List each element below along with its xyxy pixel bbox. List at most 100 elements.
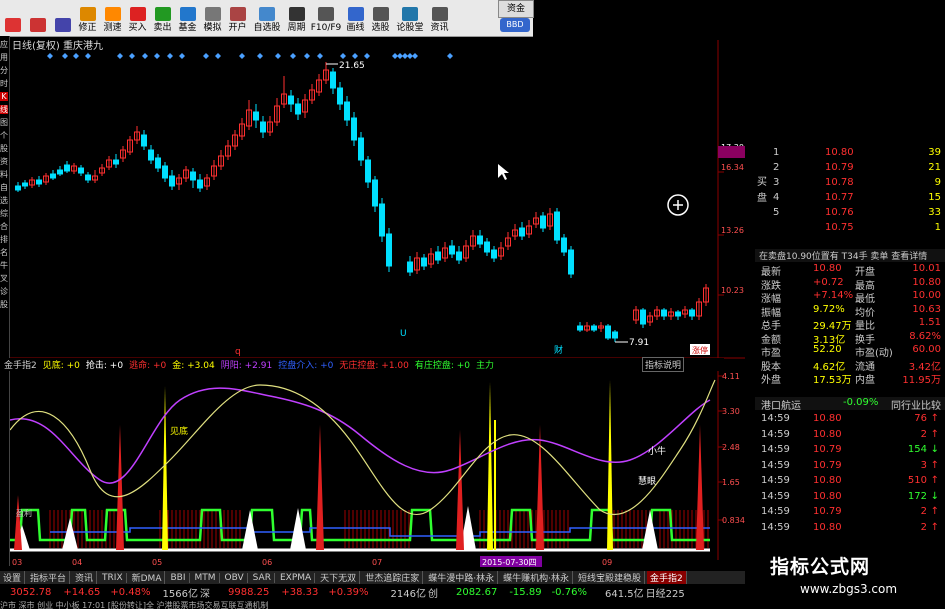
quote-value: 10.01 [912,263,941,274]
toolbar-button-16[interactable]: 资讯 [427,0,452,36]
candle-body [421,257,427,267]
candle-body [640,309,646,325]
tab-14[interactable]: 短线宝殿建稳股 [575,571,645,584]
news-ticker[interactable]: 沪市 深市 创业 中小板 17:01 [股份转让]全 沪港股票市场交易互联互通机… [0,600,745,609]
signal-diamond [447,53,453,59]
left-nav-item[interactable]: 用 [0,53,8,62]
tab-11[interactable]: 世杰追踪庄家 [362,571,424,584]
left-nav-item[interactable]: 股 [0,144,8,153]
candle-body [407,261,413,273]
tab-7[interactable]: OBV [222,572,248,583]
tab-3[interactable]: TRIX [99,572,127,583]
toolbar-button-2[interactable] [50,0,75,36]
bid-row[interactable]: 3 10.78 9 [755,177,945,190]
tab-15[interactable]: 金手指2 [646,571,687,584]
up-arrow-icon: ↑ [930,506,939,517]
left-nav-item[interactable]: 牛 [0,261,8,270]
toolbar-button-9[interactable]: 开户 [225,0,250,36]
left-nav-item[interactable]: 料 [0,170,8,179]
bbd-button[interactable]: BBD [500,18,530,32]
sell-order-line[interactable]: 在卖盘10.90位置有 T34手 卖单 查看详情 [759,249,927,262]
candle-body [155,157,161,169]
toolbar-button-14[interactable]: 选股 [368,0,393,36]
tab-6[interactable]: MTM [192,572,220,583]
toolbar-label: 画线 [346,23,365,33]
tab-10[interactable]: 天下无双 [317,571,361,584]
toolbar-button-15[interactable]: 论股堂 [393,0,427,36]
indicator-tick-label: 0.834 [722,516,745,525]
refresh-icon [54,18,71,32]
left-nav-item[interactable]: 自 [0,183,8,192]
left-nav-item[interactable]: 叉 [0,274,8,283]
bid-row[interactable]: 2 10.79 21 [755,162,945,175]
quote-row: 涨幅 +7.14% 最低 10.00 [755,290,945,305]
bid-row[interactable]: 1 10.80 39 [755,147,945,160]
tab-0[interactable]: 设置 [0,571,26,584]
tab-1[interactable]: 指标平台 [27,571,71,584]
toolbar-button-6[interactable]: 卖出 [150,0,175,36]
tab-9[interactable]: EXPMA [277,572,316,583]
indicator-name[interactable]: 金手指2 [4,358,37,371]
bid-row[interactable]: 4 10.77 15 [755,192,945,205]
left-nav-item[interactable]: 选 [0,196,8,205]
candle-body [169,175,175,187]
tick-volume: 2 [920,506,927,517]
tab-8[interactable]: SAR [250,572,275,583]
clock-icon [104,7,121,21]
left-nav-item[interactable]: 分 [0,66,8,75]
current-price-box [718,146,745,158]
left-nav-item[interactable]: 应 [0,40,8,49]
quote-row: 市盈 52.20 市盈(动) 60.00 [755,344,945,359]
left-nav-item[interactable]: 时 [0,79,8,88]
left-nav-item[interactable]: 股 [0,300,8,309]
candle-body [260,121,266,133]
left-nav-item[interactable]: 排 [0,235,8,244]
indicator-help-button[interactable]: 指标说明 [641,357,684,372]
date-tick: 03 [12,558,22,567]
candle-body [337,87,343,105]
left-nav-item[interactable]: 图 [0,118,8,127]
bid-row[interactable]: 10.75 1 [755,222,945,235]
toolbar-button-3[interactable]: 修正 [75,0,100,36]
purple-curve [10,387,711,484]
left-nav-item[interactable]: 线 [0,105,8,114]
account-icon [229,7,246,21]
sector-compare-button[interactable]: 同行业比较 [891,397,941,412]
toolbar-button-11[interactable]: 周期 [284,0,309,36]
left-nav-item[interactable]: 资 [0,157,8,166]
toolbar-button-12[interactable]: F10/F9 [309,0,343,36]
fund-bbd-buttons[interactable]: 资金 BBD [496,0,534,36]
tick-volume: 76 [914,413,927,424]
trade-tick-row: 14:59 10.80 2 ↑ [755,429,945,442]
left-nav-item[interactable]: 综 [0,209,8,218]
toolbar-button-10[interactable]: 自选股 [250,0,284,36]
yellow-spike [487,382,493,550]
price-tick-label: 13.26 [721,226,744,235]
toolbar-button-8[interactable]: 模拟 [200,0,225,36]
tab-5[interactable]: BBI [167,572,190,583]
fund-button[interactable]: 资金 [498,0,534,18]
trade-tick-row: 14:59 10.80 2 ↑ [755,522,945,535]
left-nav-item[interactable]: 诊 [0,287,8,296]
left-nav-item[interactable]: 合 [0,222,8,231]
date-tick: 07 [372,558,382,567]
left-nav-strip: 应用分时K线图个股资料自选综合排名牛叉诊股 [0,36,10,566]
bid-price: 10.77 [825,192,854,203]
tab-2[interactable]: 资讯 [72,571,98,584]
tab-13[interactable]: 蝶牛赚机构·林永 [500,571,573,584]
left-nav-item[interactable]: K [0,92,8,101]
tab-12[interactable]: 蝶牛漫中路·林永 [425,571,499,584]
bid-row[interactable]: 5 10.76 33 [755,207,945,220]
up-arrow-icon: ↑ [930,413,939,424]
kline-chart[interactable]: 17.3016.3413.2610.2321.657.91qU财涨停4.113.… [10,40,745,570]
toolbar-button-5[interactable]: 买入 [125,0,150,36]
toolbar-button-1[interactable] [25,0,50,36]
sector-name[interactable]: 港口航运 [761,397,801,412]
left-nav-item[interactable]: 个 [0,131,8,140]
left-nav-item[interactable]: 名 [0,248,8,257]
tab-4[interactable]: 新DMA [129,571,166,584]
toolbar-button-7[interactable]: 基金 [175,0,200,36]
toolbar-button-4[interactable]: 测速 [100,0,125,36]
toolbar-button-13[interactable]: 画线 [343,0,368,36]
toolbar-button-0[interactable] [0,0,25,36]
